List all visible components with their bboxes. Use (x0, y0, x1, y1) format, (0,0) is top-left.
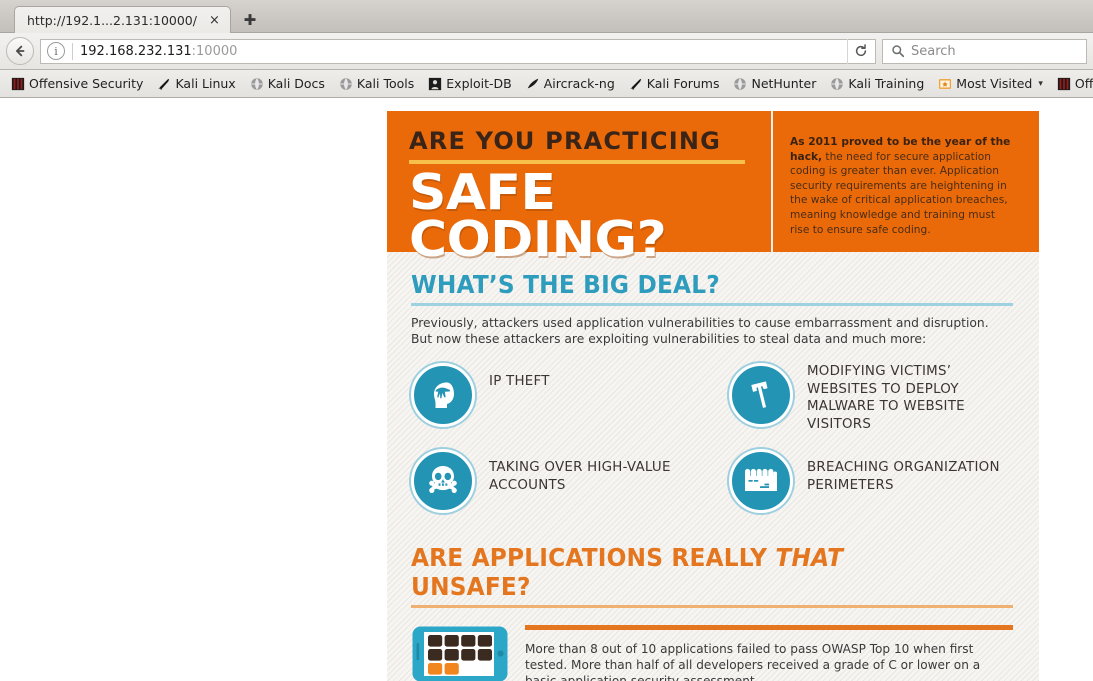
section2-title-emphasis: THAT (775, 543, 844, 573)
header-note-rest: the need for secure application coding i… (790, 150, 1008, 236)
search-box[interactable]: Search (882, 38, 1087, 64)
dragon-icon (629, 77, 643, 91)
bookmark-label: Offensive Security (29, 76, 144, 91)
header-title-block: ARE YOU PRACTICING SAFE CODING? (387, 111, 771, 264)
new-tab-icon[interactable]: ✚ (235, 7, 265, 32)
bookmark-label: Offensive (1074, 76, 1093, 91)
bookmark-label: Exploit-DB (446, 76, 512, 91)
bookmark-label: Most Visited (956, 76, 1033, 91)
threat-label: BREACHING ORGANIZATION PERIMETERS (807, 460, 1000, 493)
section1-rule (411, 303, 1013, 306)
globe-icon (830, 77, 844, 91)
globe-icon (339, 77, 353, 91)
offsec-icon (11, 77, 25, 91)
infographic-header: ARE YOU PRACTICING SAFE CODING? As 2011 … (387, 111, 1039, 264)
flag-icon (526, 77, 540, 91)
threat-item-account-takeover: TAKING OVER HIGH-VALUE ACCOUNTS (411, 447, 729, 514)
star-folder-icon (938, 77, 952, 91)
bookmark-most-visited[interactable]: Most Visited ▾ (931, 72, 1050, 96)
threat-label: IP THEFT (489, 374, 550, 389)
bookmark-exploit-db[interactable]: Exploit-DB (421, 72, 518, 96)
stat-box: More than 8 out of 10 applications faile… (525, 625, 1013, 681)
page-viewport: ARE YOU PRACTICING SAFE CODING? As 2011 … (0, 100, 1093, 681)
bookmark-nethunter[interactable]: NetHunter (726, 72, 823, 96)
bookmark-kali-tools[interactable]: Kali Tools (332, 72, 421, 96)
browser-window: http://192.1...2.131:10000/ × ✚ i 192.16… (0, 0, 1093, 681)
threat-grid: IP THEFT MODIFYING VICTIMS’ WEBSITES TO … (411, 361, 1013, 514)
tab-strip: http://192.1...2.131:10000/ × ✚ (0, 0, 1093, 33)
offsec-icon (1057, 77, 1071, 91)
bookmark-label: Kali Training (848, 76, 925, 91)
search-input[interactable]: Search (911, 44, 956, 59)
url-bar[interactable]: i 192.168.232.131:10000 (40, 38, 876, 64)
url-port: :10000 (191, 43, 238, 59)
threat-item-website-malware: MODIFYING VICTIMS’ WEBSITES TO DEPLOY MA… (729, 361, 1013, 433)
section2-rule (411, 605, 1013, 609)
fortress-icon (729, 449, 793, 514)
section1-title: WHAT’S THE BIG DEAL? (411, 270, 720, 299)
head-hand-icon (411, 363, 475, 427)
reload-icon[interactable] (847, 38, 873, 64)
infographic: ARE YOU PRACTICING SAFE CODING? As 2011 … (387, 111, 1039, 681)
tab-title: http://192.1...2.131:10000/ (27, 12, 197, 28)
exploitdb-icon (428, 77, 442, 91)
section2-title-b: UNSAFE? (411, 572, 531, 602)
bookmarks-bar: Offensive Security Kali Linux Kali Docs (0, 70, 1093, 98)
threat-item-ip-theft: IP THEFT (411, 361, 729, 433)
infographic-body: WHAT’S THE BIG DEAL? Previously, attacke… (387, 270, 1039, 681)
stat-row: More than 8 out of 10 applications faile… (411, 625, 1013, 681)
bookmark-kali-training[interactable]: Kali Training (823, 72, 931, 96)
bookmark-aircrack-ng[interactable]: Aircrack-ng (519, 72, 622, 96)
threat-item-perimeter-breach: BREACHING ORGANIZATION PERIMETERS (729, 447, 1013, 514)
bookmark-offensive-security[interactable]: Offensive Security (4, 72, 150, 96)
section2-title: ARE APPLICATIONS REALLY THAT UNSAFE? (411, 543, 971, 601)
globe-icon (733, 77, 747, 91)
browser-tab[interactable]: http://192.1...2.131:10000/ × (14, 6, 231, 33)
header-kicker: ARE YOU PRACTICING (409, 127, 722, 155)
bookmark-offensive[interactable]: Offensive (1050, 72, 1093, 96)
header-note: As 2011 proved to be the year of the hac… (790, 135, 1017, 237)
chevron-down-icon[interactable]: ▾ (1038, 79, 1043, 89)
section2: ARE APPLICATIONS REALLY THAT UNSAFE? Mor… (411, 543, 1013, 681)
bookmark-label: Kali Forums (646, 76, 720, 91)
section2-title-a: ARE APPLICATIONS REALLY (411, 543, 776, 573)
header-main-title: SAFE CODING? (409, 164, 667, 268)
url-host: 192.168.232.131 (80, 43, 192, 59)
stat-text: More than 8 out of 10 applications faile… (525, 642, 981, 681)
bookmark-label: Kali Linux (175, 76, 236, 91)
tablet-grid-icon (411, 625, 509, 681)
search-icon (891, 44, 905, 58)
bookmark-label: Kali Docs (267, 76, 325, 91)
header-note-block: As 2011 proved to be the year of the hac… (773, 111, 1039, 252)
back-button[interactable] (6, 37, 34, 65)
url-text: 192.168.232.131:10000 (80, 44, 237, 59)
bookmark-kali-linux[interactable]: Kali Linux (150, 72, 242, 96)
hammer-icon (729, 363, 793, 427)
threat-label: TAKING OVER HIGH-VALUE ACCOUNTS (489, 460, 671, 493)
close-icon[interactable]: × (207, 14, 222, 27)
globe-icon (250, 77, 264, 91)
dragon-icon (157, 77, 171, 91)
threat-label: MODIFYING VICTIMS’ WEBSITES TO DEPLOY MA… (807, 364, 965, 432)
section1-lede: Previously, attackers used application v… (411, 316, 989, 346)
bookmark-label: NetHunter (751, 76, 817, 91)
site-identity-icon[interactable]: i (47, 42, 65, 60)
bookmark-label: Aircrack-ng (543, 76, 615, 91)
url-divider (72, 42, 73, 60)
bookmark-kali-docs[interactable]: Kali Docs (243, 72, 332, 96)
skull-crossbones-icon (411, 449, 475, 514)
bookmark-kali-forums[interactable]: Kali Forums (622, 72, 727, 96)
navigation-toolbar: i 192.168.232.131:10000 Search (0, 33, 1093, 70)
bookmark-label: Kali Tools (356, 76, 415, 91)
